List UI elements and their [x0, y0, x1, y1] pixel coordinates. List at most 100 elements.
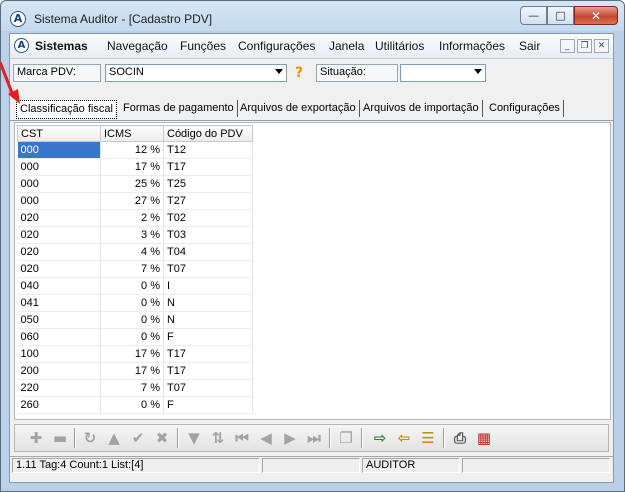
import-icon[interactable]: ⇦	[395, 429, 413, 447]
sort-icon[interactable]: ⇅	[209, 429, 227, 447]
next-icon[interactable]: ▶	[281, 429, 299, 447]
cell-cst[interactable]: 060	[17, 328, 101, 346]
tab-arquivos-de-importacao[interactable]: Arquivos de importação	[360, 100, 483, 117]
last-icon[interactable]: ⏭	[305, 429, 323, 447]
menu-informacoes[interactable]: Informações	[439, 39, 505, 53]
print-icon[interactable]: ⎙	[451, 429, 469, 447]
cell-codigo-pdv[interactable]: N	[163, 311, 253, 329]
cell-icms[interactable]: 27 %	[100, 192, 164, 210]
cell-codigo-pdv[interactable]: T17	[163, 345, 253, 363]
title-bar[interactable]: A Sistema Auditor - [Cadastro PDV] — □ ✕	[1, 1, 624, 33]
cell-codigo-pdv[interactable]: T17	[163, 158, 253, 176]
table-row[interactable]: 200 17 % T17	[17, 362, 253, 380]
report-icon[interactable]: ▦	[475, 429, 493, 447]
mdi-close-button[interactable]: ✕	[594, 39, 609, 53]
cell-cst[interactable]: 200	[17, 362, 101, 380]
cell-codigo-pdv[interactable]: T12	[163, 141, 253, 159]
tab-classificacao-fiscal[interactable]: Classificação fiscal	[16, 100, 117, 119]
table-row[interactable]: 000 25 % T25	[17, 175, 253, 193]
menu-sair[interactable]: Sair	[519, 39, 540, 53]
table-row[interactable]: 000 27 % T27	[17, 192, 253, 210]
up-icon[interactable]: ▲	[105, 429, 123, 447]
tab-configuracoes[interactable]: Configurações	[486, 100, 564, 117]
table-row[interactable]: 020 4 % T04	[17, 243, 253, 261]
chevron-down-icon[interactable]	[275, 69, 283, 74]
table-row[interactable]: 000 17 % T17	[17, 158, 253, 176]
cell-codigo-pdv[interactable]: T07	[163, 260, 253, 278]
prev-icon[interactable]: ◀	[257, 429, 275, 447]
cell-cst[interactable]: 000	[17, 158, 101, 176]
table-row[interactable]: 040 0 % I	[17, 277, 253, 295]
cell-cst[interactable]: 000	[17, 192, 101, 210]
column-header-cst[interactable]: CST	[17, 125, 101, 142]
mdi-minimize-button[interactable]: _	[560, 39, 575, 53]
query-icon[interactable]: ☰	[419, 429, 437, 447]
cell-cst[interactable]: 041	[17, 294, 101, 312]
app-logo-icon[interactable]: A	[14, 38, 29, 53]
cell-icms[interactable]: 4 %	[100, 243, 164, 261]
cell-icms[interactable]: 3 %	[100, 226, 164, 244]
cancel-icon[interactable]: ✖	[153, 429, 171, 447]
menu-navegacao[interactable]: Navegação	[107, 39, 168, 53]
copy-icon[interactable]: ❐	[337, 429, 355, 447]
cell-codigo-pdv[interactable]: T27	[163, 192, 253, 210]
table-row[interactable]: 060 0 % F	[17, 328, 253, 346]
maximize-button[interactable]: □	[547, 6, 574, 25]
cell-cst[interactable]: 000	[17, 141, 101, 159]
cell-icms[interactable]: 0 %	[100, 294, 164, 312]
cell-codigo-pdv[interactable]: F	[163, 328, 253, 346]
cell-codigo-pdv[interactable]: T02	[163, 209, 253, 227]
cell-icms[interactable]: 17 %	[100, 158, 164, 176]
situacao-select[interactable]	[400, 64, 486, 82]
cell-cst[interactable]: 020	[17, 260, 101, 278]
table-row[interactable]: 050 0 % N	[17, 311, 253, 329]
help-icon[interactable]: ?	[291, 65, 307, 81]
menu-sistemas[interactable]: Sistemas	[35, 39, 88, 53]
plus-icon[interactable]: ✚	[27, 429, 45, 447]
cell-icms[interactable]: 25 %	[100, 175, 164, 193]
cell-codigo-pdv[interactable]: T04	[163, 243, 253, 261]
mdi-restore-button[interactable]: ❐	[577, 39, 592, 53]
cell-codigo-pdv[interactable]: F	[163, 396, 253, 414]
minimize-button[interactable]: —	[520, 6, 547, 25]
cell-icms[interactable]: 0 %	[100, 328, 164, 346]
table-row[interactable]: 000 12 % T12	[17, 141, 253, 159]
cell-cst[interactable]: 040	[17, 277, 101, 295]
table-row[interactable]: 220 7 % T07	[17, 379, 253, 397]
cell-cst[interactable]: 260	[17, 396, 101, 414]
first-icon[interactable]: ⏮	[233, 429, 251, 447]
cell-icms[interactable]: 0 %	[100, 311, 164, 329]
cell-icms[interactable]: 0 %	[100, 396, 164, 414]
cell-cst[interactable]: 020	[17, 243, 101, 261]
table-row[interactable]: 020 7 % T07	[17, 260, 253, 278]
cell-icms[interactable]: 2 %	[100, 209, 164, 227]
tab-arquivos-de-exportacao[interactable]: Arquivos de exportação	[237, 100, 360, 117]
column-header-icms[interactable]: ICMS	[100, 125, 164, 142]
column-header-codigo-pdv[interactable]: Código do PDV	[163, 125, 253, 142]
minus-icon[interactable]: ▬	[51, 429, 69, 447]
chevron-down-icon[interactable]	[474, 69, 482, 74]
cell-cst[interactable]: 000	[17, 175, 101, 193]
marca-pdv-select[interactable]: SOCIN	[105, 64, 287, 82]
table-row[interactable]: 041 0 % N	[17, 294, 253, 312]
export-icon[interactable]: ⇨	[371, 429, 389, 447]
refresh-icon[interactable]: ↻	[81, 429, 99, 447]
close-button[interactable]: ✕	[574, 6, 618, 25]
check-icon[interactable]: ✔	[129, 429, 147, 447]
menu-janela[interactable]: Janela	[329, 39, 364, 53]
cell-icms[interactable]: 12 %	[100, 141, 164, 159]
cell-icms[interactable]: 17 %	[100, 362, 164, 380]
cell-cst[interactable]: 050	[17, 311, 101, 329]
cell-icms[interactable]: 0 %	[100, 277, 164, 295]
table-row[interactable]: 260 0 % F	[17, 396, 253, 414]
cell-codigo-pdv[interactable]: T07	[163, 379, 253, 397]
cell-cst[interactable]: 220	[17, 379, 101, 397]
cell-icms[interactable]: 7 %	[100, 260, 164, 278]
tab-formas-de-pagamento[interactable]: Formas de pagamento	[120, 100, 238, 117]
cell-cst[interactable]: 100	[17, 345, 101, 363]
cell-codigo-pdv[interactable]: T25	[163, 175, 253, 193]
table-row[interactable]: 020 2 % T02	[17, 209, 253, 227]
cell-codigo-pdv[interactable]: T03	[163, 226, 253, 244]
cell-codigo-pdv[interactable]: N	[163, 294, 253, 312]
menu-funcoes[interactable]: Funções	[180, 39, 226, 53]
